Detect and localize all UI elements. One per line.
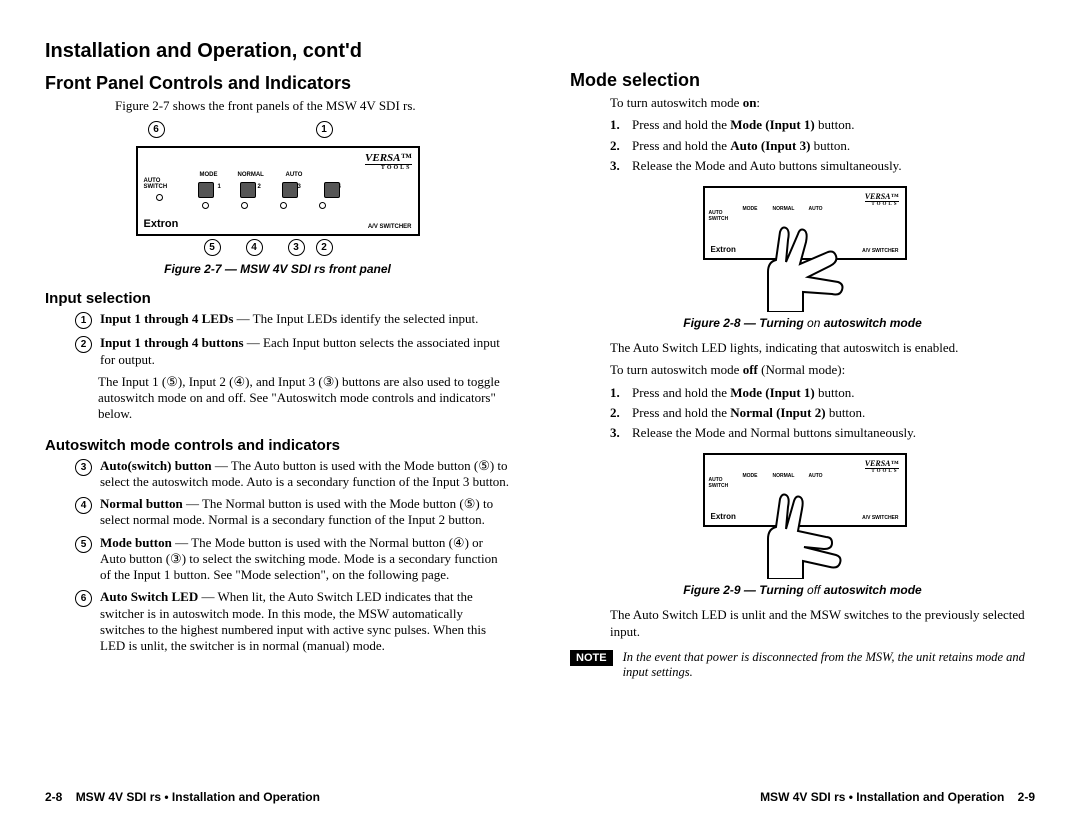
fig7-caption: Figure 2-7 — MSW 4V SDI rs front panel <box>45 262 510 276</box>
fig8-caption: Figure 2-8 — Turning on autoswitch mode <box>570 316 1035 330</box>
off-step-1: 1.Press and hold the Mode (Input 1) butt… <box>610 385 1035 401</box>
right-column: Mode selection To turn autoswitch mode o… <box>570 40 1035 681</box>
item-2-extra: The Input 1 (⑤), Input 2 (④), and Input … <box>75 374 510 423</box>
item-3: 3 Auto(switch) button — The Auto button … <box>75 458 510 491</box>
right-h2: Mode selection <box>570 70 1035 91</box>
fig9-caption: Figure 2-9 — Turning off autoswitch mode <box>570 583 1035 597</box>
auto-switch-led <box>156 194 163 201</box>
footer: 2-8 MSW 4V SDI rs • Installation and Ope… <box>45 790 1035 804</box>
item-5: 5 Mode button — The Mode button is used … <box>75 535 510 584</box>
callout-2: 2 <box>316 239 333 256</box>
on-intro: To turn autoswitch mode on: <box>610 95 1035 111</box>
note-text: In the event that power is disconnected … <box>623 650 1035 681</box>
left-h2: Front Panel Controls and Indicators <box>45 73 510 94</box>
led-row <box>202 202 326 209</box>
note: NOTE In the event that power is disconne… <box>570 650 1035 681</box>
header: Installation and Operation, cont'd <box>45 40 510 63</box>
callout-5: 5 <box>204 239 221 256</box>
normal-label: NORMAL <box>238 172 264 178</box>
auto-switch-label: AUTO SWITCH <box>144 178 168 190</box>
footer-title-left: MSW 4V SDI rs • Installation and Operati… <box>76 790 320 804</box>
footer-title-right: MSW 4V SDI rs • Installation and Operati… <box>760 790 1004 804</box>
left-column: Installation and Operation, cont'd Front… <box>45 40 510 681</box>
h3-autoswitch: Autoswitch mode controls and indicators <box>45 437 510 454</box>
fig7-bottom-callouts: 5 4 3 2 <box>138 238 418 256</box>
hand-icon <box>748 489 858 579</box>
off-step-3: 3.Release the Mode and Normal buttons si… <box>610 425 1035 441</box>
fig7-top-callouts: 6 1 <box>138 120 418 138</box>
item-4: 4 Normal button — The Normal button is u… <box>75 496 510 529</box>
auto-label: AUTO <box>286 172 303 178</box>
on-step-1: 1.Press and hold the Mode (Input 1) butt… <box>610 117 1035 133</box>
on-step-3: 3.Release the Mode and Auto buttons simu… <box>610 158 1035 174</box>
fig9-wrap: VERSA™TOOLS AUTO SWITCH MODE NORMAL AUTO… <box>703 453 903 527</box>
extron-logo: Extron <box>144 218 179 230</box>
button-row <box>198 182 340 198</box>
item-6: 6 Auto Switch LED — When lit, the Auto S… <box>75 589 510 654</box>
callout-6: 6 <box>148 121 165 138</box>
off-intro: To turn autoswitch mode off (Normal mode… <box>610 362 1035 378</box>
after-fig8: The Auto Switch LED lights, indicating t… <box>610 340 1035 356</box>
mode-label: MODE <box>200 172 218 178</box>
callout-3: 3 <box>288 239 305 256</box>
versa-logo: VERSA™TOOLS <box>365 152 411 171</box>
callout-4: 4 <box>246 239 263 256</box>
item-1: 1 Input 1 through 4 LEDs — The Input LED… <box>75 311 510 329</box>
right-page-num: 2-9 <box>1018 790 1035 804</box>
off-step-2: 2.Press and hold the Normal (Input 2) bu… <box>610 405 1035 421</box>
h3-input-selection: Input selection <box>45 290 510 307</box>
fig7-intro: Figure 2-7 shows the front panels of the… <box>115 98 510 114</box>
callout-1: 1 <box>316 121 333 138</box>
fig8-wrap: VERSA™TOOLS AUTO SWITCH MODE NORMAL AUTO… <box>703 186 903 260</box>
item-2: 2 Input 1 through 4 buttons — Each Input… <box>75 335 510 368</box>
left-page-num: 2-8 <box>45 790 62 804</box>
after-fig9: The Auto Switch LED is unlit and the MSW… <box>610 607 1035 640</box>
hand-icon <box>748 222 858 312</box>
avs-label: A/V SWITCHER <box>368 224 412 230</box>
note-tag: NOTE <box>570 650 613 666</box>
on-step-2: 2.Press and hold the Auto (Input 3) butt… <box>610 138 1035 154</box>
fig7-panel: VERSA™TOOLS AUTO SWITCH MODE NORMAL AUTO… <box>136 146 420 236</box>
